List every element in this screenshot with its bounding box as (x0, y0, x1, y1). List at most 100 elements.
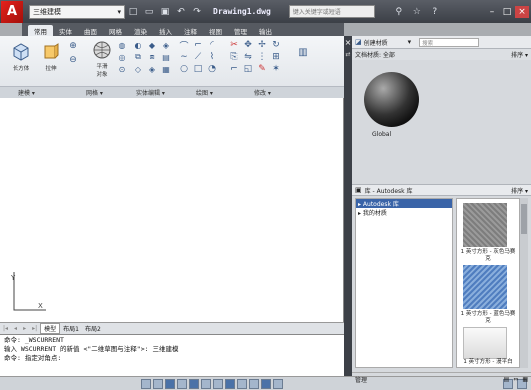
tab-layout1[interactable]: 布局1 (60, 324, 82, 333)
selection-cycling-toggle[interactable] (273, 378, 283, 389)
view-mode-icon[interactable]: ▦ (522, 376, 528, 383)
star-icon[interactable]: ☆ (410, 5, 424, 19)
osnap-toggle[interactable] (189, 378, 199, 389)
last-layout-icon[interactable]: ▸| (29, 325, 40, 332)
help-search-input[interactable]: 键入关键字或短语 (288, 5, 375, 18)
redo-icon[interactable]: ↷ (190, 5, 204, 19)
tab-view[interactable]: 视图 (203, 25, 228, 36)
manage-button[interactable]: 管理 (355, 375, 367, 384)
quick-properties-toggle[interactable] (261, 378, 271, 389)
snap-toggle[interactable] (141, 378, 151, 389)
grid-toggle[interactable] (153, 378, 163, 389)
array-icon[interactable]: ⋮ (256, 52, 268, 62)
fillet-icon[interactable]: ⌐ (228, 64, 240, 74)
new-file-icon[interactable]: □ (126, 5, 140, 19)
group-modeling[interactable]: 建模 ▾ (18, 88, 35, 97)
check-icon[interactable]: ◇ (132, 64, 144, 74)
maximize-button[interactable]: □ (500, 6, 514, 18)
slice-icon[interactable]: ◐ (132, 40, 144, 50)
polar-toggle[interactable] (177, 378, 187, 389)
ducs-toggle[interactable] (225, 378, 235, 389)
close-button[interactable]: × (515, 5, 529, 18)
group-draw[interactable]: 绘图 ▾ (196, 88, 213, 97)
material-thumb-white[interactable] (463, 327, 507, 359)
mesh-refine-icon[interactable]: ⊙ (116, 64, 128, 74)
line-icon[interactable]: ⌒ (178, 40, 190, 52)
helix-icon[interactable]: ⌇ (206, 52, 218, 62)
subtract-icon[interactable]: ⊖ (66, 54, 80, 66)
minimize-button[interactable]: – (485, 6, 499, 18)
otrack-toggle[interactable] (213, 378, 223, 389)
palette-autohide-icon[interactable]: ⇄ (344, 51, 352, 58)
spline-icon[interactable]: ∼ (178, 52, 190, 62)
tab-render[interactable]: 渲染 (128, 25, 153, 36)
tab-layout2[interactable]: 布局2 (82, 324, 104, 333)
group-solid-editing[interactable]: 实体编辑 ▾ (136, 88, 165, 97)
mirror-icon[interactable]: ⇋ (242, 52, 254, 62)
thicken-icon[interactable]: ◈ (160, 40, 172, 50)
scale-icon[interactable]: ◱ (242, 64, 254, 74)
workspace-dropdown[interactable]: 三维建模 ▾ (29, 4, 125, 19)
offset-edge-icon[interactable]: ▦ (160, 64, 172, 74)
line-segment-icon[interactable]: ⟋ (192, 52, 204, 62)
smooth-object-icon[interactable] (92, 40, 112, 60)
tab-solid[interactable]: 实体 (53, 25, 78, 36)
scissors-icon[interactable]: ✂ (228, 40, 240, 50)
rectangle-icon[interactable]: □ (192, 64, 204, 74)
palette-search-input[interactable]: 搜索 (419, 37, 480, 47)
extrude-icon[interactable] (40, 40, 62, 62)
circle-icon[interactable]: ○ (178, 64, 190, 74)
material-preview-sphere[interactable] (364, 72, 419, 127)
library-sort-button[interactable]: 排序 ▾ (511, 186, 528, 195)
copy-icon[interactable]: ⎘ (228, 52, 240, 62)
palette-title-strip[interactable]: × ⇄ (344, 36, 352, 376)
tab-annotate[interactable]: 注释 (178, 25, 203, 36)
3d-osnap-toggle[interactable] (201, 378, 211, 389)
tree-item-my-materials[interactable]: ▸ 我的材质 (356, 208, 452, 217)
3d-move-icon[interactable]: ✢ (256, 40, 268, 50)
binoculars-icon[interactable]: ⚲ (392, 5, 406, 19)
prev-layout-icon[interactable]: ◂ (11, 325, 20, 332)
ortho-toggle[interactable] (165, 378, 175, 389)
save-icon[interactable]: ▣ (158, 5, 172, 19)
material-thumb-blue-mosaic[interactable] (463, 265, 507, 309)
create-material-icon[interactable]: ◪ (355, 38, 362, 46)
rotate-icon[interactable]: ↻ (270, 40, 282, 50)
imprint-icon[interactable]: ◆ (146, 40, 158, 50)
dyn-toggle[interactable] (237, 378, 247, 389)
tab-surface[interactable]: 曲面 (78, 25, 103, 36)
tab-model[interactable]: 模型 (40, 323, 61, 334)
arc-icon[interactable]: ◜ (206, 40, 218, 50)
view-icon[interactable]: ▥ (296, 40, 310, 64)
help-icon[interactable]: ? (428, 5, 442, 19)
library-icon[interactable]: ▣ (355, 186, 362, 194)
union-icon[interactable]: ⊕ (66, 40, 80, 52)
command-line[interactable]: 命令: _WSCURRENT 输入 WSCURRENT 的新值 <"二维草图与注… (0, 334, 344, 376)
thumbnail-scrollbar[interactable] (520, 198, 528, 368)
palette-sort-button[interactable]: 排序 ▾ (511, 50, 528, 59)
first-layout-icon[interactable]: |◂ (0, 325, 11, 332)
extract-edges-icon[interactable]: ⧈ (146, 52, 158, 62)
next-layout-icon[interactable]: ▸ (20, 325, 29, 332)
shell-icon[interactable]: ▤ (160, 52, 172, 62)
material-thumb-gray-mosaic[interactable] (463, 203, 507, 247)
scrollbar-thumb[interactable] (521, 204, 527, 234)
group-mesh[interactable]: 网格 ▾ (86, 88, 103, 97)
box-icon[interactable] (10, 40, 32, 62)
erase-icon[interactable]: ✎ (256, 64, 268, 74)
document-materials-filter[interactable]: 文档材质: 全部 (355, 50, 395, 59)
group-modify[interactable]: 修改 ▾ (254, 88, 271, 97)
create-material-button[interactable]: 创建材质 (364, 38, 388, 47)
tab-home[interactable]: 常用 (28, 25, 53, 36)
palette-close-icon[interactable]: × (344, 38, 352, 47)
mesh-sphere-icon[interactable]: ◍ (116, 40, 128, 50)
region-icon[interactable]: ◔ (206, 64, 218, 74)
open-file-icon[interactable]: ▭ (142, 5, 156, 19)
tab-output[interactable]: 输出 (253, 25, 278, 36)
chevron-down-icon[interactable]: ▾ (408, 38, 412, 46)
clean-icon[interactable]: ◈ (146, 64, 158, 74)
separate-icon[interactable]: ⧉ (132, 52, 144, 62)
mesh-cylinder-icon[interactable]: ◎ (116, 52, 128, 62)
lineweight-toggle[interactable] (249, 378, 259, 389)
explode-icon[interactable]: ✶ (270, 64, 282, 74)
